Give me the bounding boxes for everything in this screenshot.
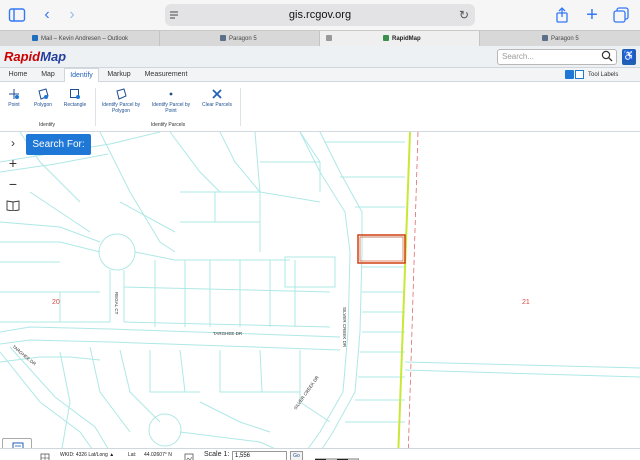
- paragon-icon: [220, 35, 226, 42]
- tab-measurement[interactable]: Measurement: [140, 68, 192, 82]
- search-for-button[interactable]: Search For:: [26, 134, 91, 155]
- forward-icon[interactable]: ›: [63, 6, 81, 24]
- parcel-point-label: Identify Parcel by Point: [151, 102, 191, 114]
- go-button[interactable]: Go: [290, 451, 303, 460]
- point-cursor-icon: [8, 88, 20, 100]
- browser-tabs: Mail – Kevin Andresen – Outlook Paragon …: [0, 30, 640, 47]
- parcel-point-icon: [165, 88, 177, 100]
- logo-part2: Map: [40, 49, 67, 64]
- identify-polygon-button[interactable]: Polygon: [30, 88, 56, 108]
- identify-parcel-polygon-button[interactable]: Identify Parcel by Polygon: [100, 88, 142, 114]
- browser-tab[interactable]: Paragon 5: [480, 31, 640, 47]
- parcel-polygon-label: Identify Parcel by Polygon: [101, 102, 141, 114]
- browser-tab[interactable]: Paragon 5: [160, 31, 320, 47]
- search-icon[interactable]: [601, 50, 613, 66]
- outlook-icon: [32, 35, 38, 42]
- accessibility-icon[interactable]: ♿: [622, 49, 636, 65]
- address-bar[interactable]: gis.rcgov.org ↻: [165, 4, 475, 26]
- lat-label: Lat:: [128, 452, 137, 458]
- scale-label: Scale 1:: [204, 451, 230, 458]
- reload-icon[interactable]: ↻: [459, 8, 469, 22]
- menu-bar: Home Map Identify Markup Measurement Too…: [0, 68, 640, 82]
- identify-group-label: Identify: [38, 122, 56, 128]
- browser-tab[interactable]: Mail – Kevin Andresen – Outlook: [0, 31, 160, 47]
- tab-label: Paragon 5: [551, 36, 579, 42]
- identify-parcel-point-button[interactable]: Identify Parcel by Point: [150, 88, 192, 114]
- polygon-icon: [37, 88, 49, 100]
- clear-parcels-button[interactable]: Clear Parcels: [198, 88, 236, 108]
- tool-labels-checkbox[interactable]: [575, 70, 584, 79]
- grid-icon[interactable]: [40, 450, 50, 460]
- search-placeholder: Search...: [502, 52, 535, 61]
- tab-identify[interactable]: Identify: [64, 68, 99, 82]
- identify-point-button[interactable]: Point: [4, 88, 24, 108]
- tabs-overview-icon[interactable]: [612, 6, 630, 24]
- tool-labels-label: Tool Labels: [588, 72, 619, 78]
- zoom-in-icon[interactable]: +: [4, 154, 22, 172]
- point-label: Point: [8, 102, 20, 108]
- tab-label: Mail – Kevin Andresen – Outlook: [41, 36, 129, 42]
- ribbon-divider: [95, 88, 96, 126]
- book-icon[interactable]: [4, 198, 22, 216]
- search-input[interactable]: Search...: [497, 49, 617, 65]
- tab-markup[interactable]: Markup: [102, 68, 136, 82]
- zoom-out-icon[interactable]: −: [4, 175, 22, 193]
- status-bar: WKID: 4326 Lat/Long ▲ Lat: 44.02607° N S…: [0, 448, 640, 460]
- map-canvas[interactable]: REGAL CT TARGHEE DR SILVER CREEK DR TARG…: [0, 132, 640, 460]
- app-header: RapidMap Search... ♿: [0, 46, 640, 68]
- share-icon[interactable]: [553, 6, 571, 24]
- identify-parcels-group-label: Identify Parcels: [150, 122, 186, 128]
- expand-panel-icon[interactable]: ›: [4, 134, 22, 152]
- tool-labels-toggle[interactable]: [565, 70, 574, 79]
- street-label-silver-creek-dr: SILVER CREEK DR: [342, 307, 347, 348]
- tab-label: RapidMap: [392, 36, 421, 42]
- scale-bar: [314, 452, 360, 460]
- sidebar-icon[interactable]: [8, 6, 26, 24]
- street-label-regal-ct: REGAL CT: [114, 292, 119, 315]
- street-label-targhee-dr: TARGHEE DR: [213, 331, 243, 336]
- polygon-label: Polygon: [33, 102, 53, 108]
- rapidmap-icon: [383, 35, 389, 42]
- section-label-21: 21: [522, 299, 530, 306]
- parcel-polygon-icon: [115, 88, 127, 100]
- back-icon[interactable]: ‹: [38, 6, 56, 24]
- lat-value: 44.02607° N: [144, 452, 172, 458]
- clear-icon: [211, 88, 223, 100]
- close-tab-icon[interactable]: [326, 35, 332, 42]
- image-icon[interactable]: [184, 450, 194, 460]
- tab-label: Paragon 5: [229, 36, 257, 42]
- ribbon-divider: [240, 88, 241, 126]
- tab-map[interactable]: Map: [34, 68, 62, 82]
- wkid-label[interactable]: WKID: 4326 Lat/Long ▲: [60, 450, 114, 460]
- rectangle-icon: [69, 88, 81, 100]
- ribbon: Point Polygon Rectangle Identify Identif…: [0, 82, 640, 132]
- paragon-icon: [542, 35, 548, 42]
- identify-rectangle-button[interactable]: Rectangle: [60, 88, 90, 108]
- rapidmap-logo: RapidMap: [4, 49, 66, 64]
- new-tab-icon[interactable]: +: [583, 5, 601, 25]
- url-text: gis.rcgov.org: [288, 9, 352, 21]
- scale-input[interactable]: 1,556: [232, 451, 287, 460]
- section-label-20: 20: [52, 299, 60, 306]
- logo-part1: Rapid: [4, 49, 41, 64]
- rectangle-label: Rectangle: [63, 102, 87, 108]
- clear-parcels-label: Clear Parcels: [201, 102, 232, 108]
- browser-tab-active[interactable]: RapidMap: [320, 31, 480, 47]
- browser-toolbar: ‹ › gis.rcgov.org ↻ +: [0, 0, 640, 30]
- tab-home[interactable]: Home: [4, 68, 32, 82]
